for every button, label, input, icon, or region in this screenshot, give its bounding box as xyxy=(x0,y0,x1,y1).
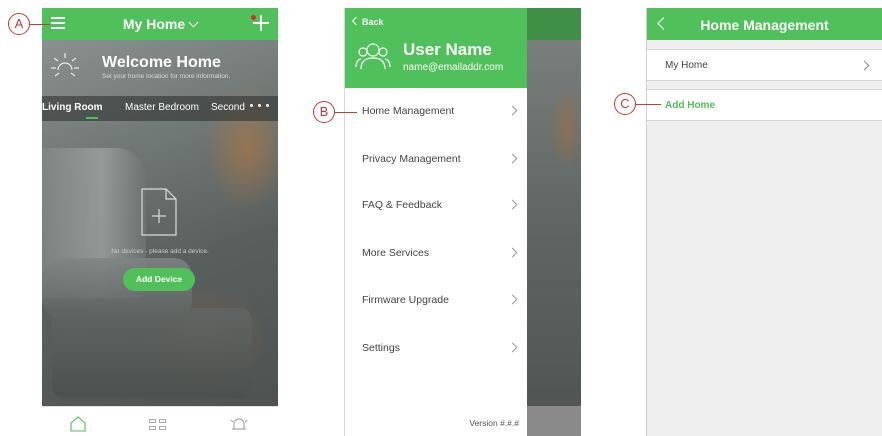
chevron-left-icon xyxy=(351,16,361,26)
home-list-item-my-home[interactable]: My Home xyxy=(647,49,882,81)
menu-item-home-management[interactable]: Home Management xyxy=(345,102,528,122)
menu-item-firmware-upgrade[interactable]: Firmware Upgrade xyxy=(345,291,528,311)
callout-a: A xyxy=(8,13,30,35)
welcome-subtitle[interactable]: Set your home location for more informat… xyxy=(102,73,230,80)
add-device-button[interactable]: Add Device xyxy=(123,268,195,291)
tab-living-room[interactable]: Living Room xyxy=(42,102,103,113)
side-menu-screen: Back User Name name@emailaddr.com Home M… xyxy=(344,8,581,436)
home-management-screen: Home Management My Home Add Home xyxy=(646,8,882,436)
chevron-right-icon xyxy=(859,60,870,71)
callout-c: C xyxy=(614,93,636,115)
add-device-icon[interactable] xyxy=(140,187,178,237)
menu-item-settings[interactable]: Settings xyxy=(345,339,528,359)
room-tabs: Living Room Master Bedroom Second xyxy=(42,96,278,121)
top-app-bar: Home Management xyxy=(647,8,882,40)
chevron-right-icon xyxy=(507,247,518,258)
drawer-header: Back User Name name@emailaddr.com xyxy=(345,8,527,88)
tab-master-bedroom[interactable]: Master Bedroom xyxy=(125,102,199,113)
home-title: My Home xyxy=(122,16,186,32)
callout-b-line xyxy=(335,112,357,113)
chevron-right-icon xyxy=(507,294,518,305)
top-app-bar: My Home xyxy=(42,8,278,40)
chevron-down-icon xyxy=(188,17,199,28)
active-tab-indicator xyxy=(86,117,98,119)
add-home-button[interactable]: Add Home xyxy=(647,89,882,121)
callout-b: B xyxy=(313,101,335,123)
alarm-icon[interactable] xyxy=(230,416,248,432)
home-screen: My Home Welcome Home Set your home locat… xyxy=(42,8,278,436)
user-icon[interactable] xyxy=(355,41,391,71)
callout-c-line xyxy=(636,104,661,105)
menu-item-more-services[interactable]: More Services xyxy=(345,244,528,264)
chevron-right-icon xyxy=(507,342,518,353)
chevron-right-icon xyxy=(507,105,518,116)
welcome-title: Welcome Home xyxy=(102,54,221,71)
user-email: name@emailaddr.com xyxy=(403,62,504,73)
home-icon[interactable] xyxy=(69,416,87,432)
callout-a-line xyxy=(30,24,50,25)
menu-item-privacy-management[interactable]: Privacy Management xyxy=(345,150,528,170)
home-selector[interactable]: My Home xyxy=(42,16,278,32)
chevron-right-icon xyxy=(507,199,518,210)
menu-item-faq-feedback[interactable]: FAQ & Feedback xyxy=(345,196,528,216)
sun-icon xyxy=(51,53,79,77)
grid-icon[interactable] xyxy=(149,419,167,431)
bottom-nav xyxy=(42,406,278,436)
user-name: User Name xyxy=(403,40,492,59)
tab-second[interactable]: Second xyxy=(211,102,245,113)
empty-state-message: No devices - please add a device. xyxy=(111,248,209,255)
page-title: Home Management xyxy=(700,17,829,33)
notification-dot xyxy=(251,15,256,20)
back-button[interactable]: Back xyxy=(351,16,384,27)
chevron-right-icon xyxy=(507,153,518,164)
side-drawer: Back User Name name@emailaddr.com Home M… xyxy=(344,8,527,436)
dimmed-background[interactable] xyxy=(527,8,581,436)
app-version: Version #.#.# xyxy=(469,418,519,428)
more-icon[interactable] xyxy=(250,104,272,108)
